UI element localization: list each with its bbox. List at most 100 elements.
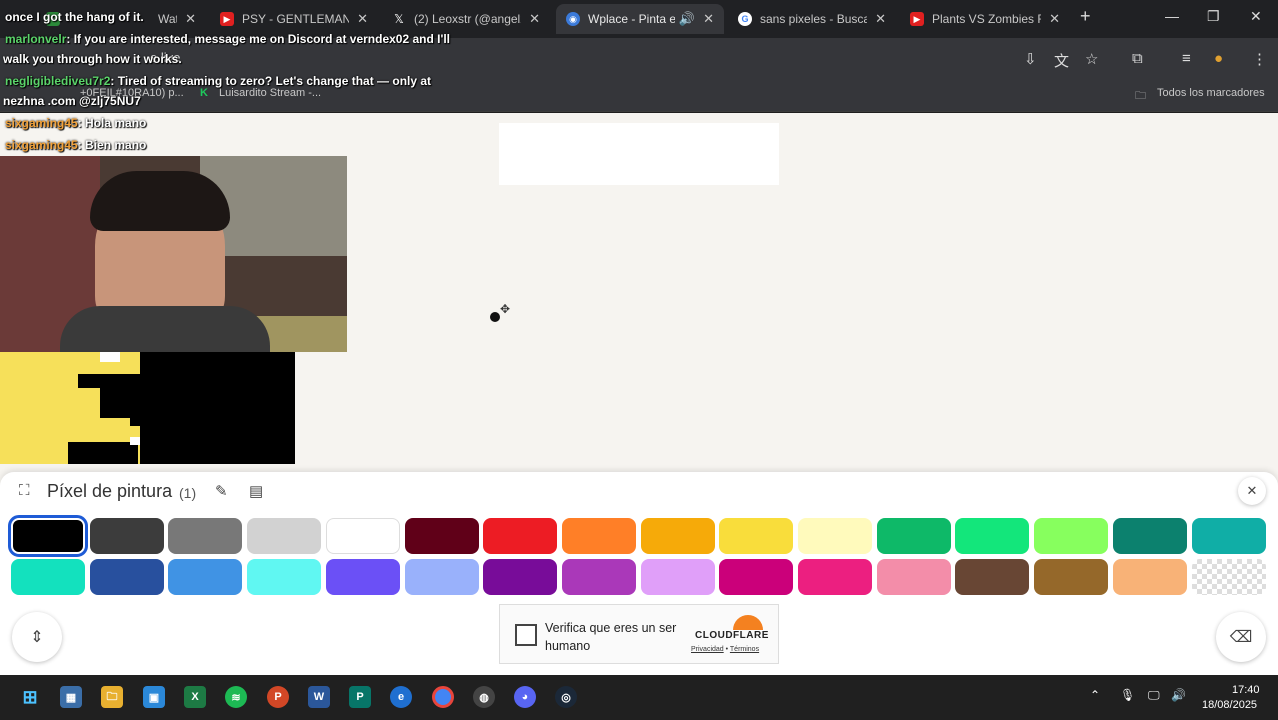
color-swatch[interactable]	[876, 559, 951, 595]
captcha-checkbox[interactable]	[515, 624, 537, 646]
palette-icon[interactable]: ▤	[249, 482, 263, 500]
color-swatch[interactable]	[89, 559, 164, 595]
privacy-link[interactable]: Privacidad	[691, 646, 724, 653]
window-close-icon[interactable]: ✕	[1250, 8, 1262, 25]
color-swatch[interactable]	[8, 515, 88, 557]
chevron-up-icon[interactable]: ⌃	[1090, 688, 1100, 702]
color-swatch[interactable]	[955, 559, 1030, 595]
chrome-icon[interactable]	[432, 686, 454, 708]
color-swatch[interactable]	[1112, 559, 1187, 595]
steam-icon[interactable]: ◎	[555, 686, 577, 708]
color-swatch[interactable]	[561, 559, 636, 595]
eraser-button[interactable]: ⌫	[1216, 612, 1266, 662]
color-swatch[interactable]	[561, 518, 636, 554]
color-swatch[interactable]	[798, 559, 872, 595]
calculator-icon[interactable]: ▦	[60, 686, 82, 708]
webcam-overlay	[0, 156, 347, 352]
color-swatch[interactable]	[89, 518, 164, 554]
word-icon[interactable]: W	[308, 686, 330, 708]
windows-start-icon[interactable]: ⊞	[19, 686, 41, 708]
color-swatch[interactable]	[325, 559, 400, 595]
translate-icon[interactable]: 文	[1054, 50, 1069, 71]
bookmark-2[interactable]: Luisardito Stream -...	[219, 87, 321, 99]
edge-icon[interactable]: e	[390, 686, 412, 708]
color-swatch[interactable]	[640, 518, 715, 554]
install-icon[interactable]: ⇩	[1024, 50, 1037, 68]
close-icon[interactable]: ✕	[185, 11, 196, 27]
globe-icon: ◉	[566, 12, 580, 26]
color-swatch[interactable]	[168, 559, 243, 595]
color-swatch[interactable]	[1191, 518, 1266, 554]
color-swatch[interactable]	[325, 518, 400, 554]
color-swatch[interactable]	[640, 559, 715, 595]
color-swatch[interactable]	[404, 559, 479, 595]
color-swatch[interactable]	[955, 518, 1030, 554]
menu-icon[interactable]: ⋮	[1252, 50, 1267, 68]
excel-icon[interactable]: X	[184, 686, 206, 708]
color-swatch[interactable]	[483, 518, 558, 554]
minimize-icon[interactable]: —	[1165, 8, 1179, 24]
profile-avatar[interactable]: ●	[1214, 50, 1223, 67]
color-swatch[interactable]	[798, 518, 872, 554]
expand-toggle-button[interactable]: ⇕	[12, 612, 62, 662]
close-icon[interactable]: ✕	[703, 11, 714, 27]
folder-icon: 🗀	[1135, 90, 1146, 102]
network-icon[interactable]: 🖵	[1148, 688, 1160, 703]
color-swatch[interactable]	[1034, 559, 1109, 595]
extensions-icon[interactable]: ⧉	[1132, 50, 1143, 67]
all-bookmarks[interactable]: Todos los marcadores	[1157, 87, 1265, 99]
store-icon[interactable]: ▣	[143, 686, 165, 708]
chat-text: nezhna .com @zlj75NU7	[3, 94, 141, 108]
color-swatch[interactable]	[1112, 518, 1187, 554]
tab-title: sans pixeles - Buscar	[760, 12, 868, 26]
tab-title: Wplace - Pinta el	[588, 12, 675, 26]
fullscreen-icon[interactable]: ⛶	[19, 482, 30, 499]
clock-time[interactable]: 17:40	[1232, 684, 1260, 696]
speaker-icon[interactable]: 🔊	[679, 11, 695, 27]
close-icon[interactable]: ✕	[357, 11, 368, 27]
color-swatch[interactable]	[247, 518, 322, 554]
star-icon[interactable]: ☆	[1085, 50, 1098, 68]
publisher-icon[interactable]: P	[349, 686, 371, 708]
eyedropper-icon[interactable]: ✎	[215, 482, 228, 500]
color-swatch[interactable]	[719, 559, 794, 595]
terms-link[interactable]: Términos	[730, 646, 759, 653]
tab-6[interactable]: ▶ Plants VS Zombies R ✕	[900, 4, 1070, 34]
tab-5[interactable]: G sans pixeles - Buscar ✕	[728, 4, 896, 34]
restore-icon[interactable]: ❐	[1207, 8, 1220, 25]
tab-2[interactable]: ▶ PSY - GENTLEMAN M ✕	[210, 4, 378, 34]
color-swatch[interactable]	[876, 518, 951, 554]
color-swatch[interactable]	[483, 559, 558, 595]
close-icon[interactable]: ✕	[1049, 11, 1060, 27]
color-swatch[interactable]	[1034, 518, 1109, 554]
color-swatch[interactable]	[719, 518, 794, 554]
close-panel-button[interactable]: ✕	[1238, 477, 1266, 505]
close-icon[interactable]: ✕	[875, 11, 886, 27]
spotify-icon[interactable]: ≋	[225, 686, 247, 708]
volume-icon[interactable]: 🔊	[1171, 688, 1186, 702]
tab-3[interactable]: 𝕏 (2) Leoxstr (@angel2 ✕	[382, 4, 550, 34]
file-explorer-icon[interactable]: 🗀	[101, 686, 123, 708]
discord-icon[interactable]: ◕	[514, 686, 536, 708]
microphone-icon[interactable]: 🎙	[1120, 688, 1135, 702]
new-tab-button[interactable]: +	[1080, 6, 1091, 27]
youtube-icon: ▶	[220, 12, 234, 26]
color-swatch[interactable]	[247, 559, 322, 595]
chat-line: once I got the hang of it.	[5, 0, 144, 24]
close-icon[interactable]: ✕	[529, 11, 540, 27]
clock-date[interactable]: 18/08/2025	[1202, 699, 1257, 711]
youtube-icon: ▶	[910, 12, 924, 26]
chat-line: walk you through how it works.	[3, 52, 182, 66]
powerpoint-icon[interactable]: P	[267, 686, 289, 708]
captcha-links: Privacidad • Términos	[691, 646, 760, 653]
color-swatch[interactable]	[1191, 559, 1266, 595]
color-swatch[interactable]	[404, 518, 479, 554]
media-icon[interactable]: ≡	[1182, 50, 1191, 67]
chat-username: sixgaming45	[5, 138, 78, 152]
tab-wplace[interactable]: ◉ Wplace - Pinta el 🔊 ✕	[556, 4, 724, 34]
obs-icon[interactable]: ◍	[473, 686, 495, 708]
chat-line: sixgaming45: Bien mano	[5, 138, 146, 152]
color-swatch[interactable]	[11, 559, 85, 595]
color-swatch[interactable]	[168, 518, 243, 554]
chat-text: : If you are interested, message me on D…	[66, 32, 451, 46]
